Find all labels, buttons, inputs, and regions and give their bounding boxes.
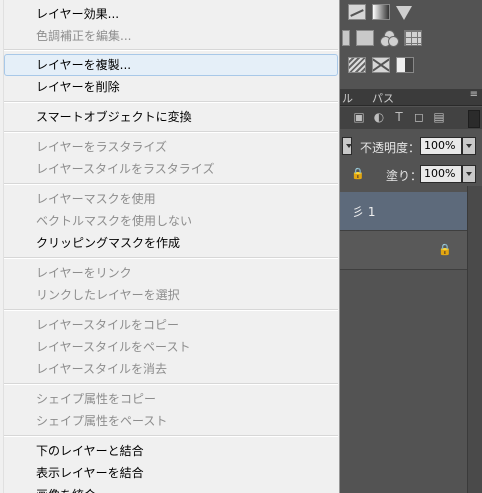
menu-item-layer-effects[interactable]: レイヤー効果... bbox=[4, 3, 338, 25]
pixel-filter-icon[interactable]: ▣ bbox=[352, 110, 366, 124]
gradient-triangle-icon[interactable] bbox=[396, 6, 412, 20]
menu-item-copy-layer-style[interactable]: レイヤースタイルをコピー bbox=[4, 314, 338, 336]
menu-item-disable-vector-mask[interactable]: ベクトルマスクを使用しない bbox=[4, 210, 338, 232]
menu-item-enable-layer-mask[interactable]: レイヤーマスクを使用 bbox=[4, 188, 338, 210]
layer-name: 彡 1 bbox=[352, 205, 376, 219]
menu-item-merge-visible[interactable]: 表示レイヤーを結合 bbox=[4, 462, 338, 484]
selective-color-icon[interactable] bbox=[372, 57, 390, 73]
menu-item-copy-shape-attributes[interactable]: シェイプ属性をコピー bbox=[4, 388, 338, 410]
color-lookup-icon[interactable] bbox=[404, 30, 422, 46]
menu-item-convert-smart-object[interactable]: スマートオブジェクトに変換 bbox=[4, 106, 338, 128]
threshold-icon[interactable] bbox=[396, 57, 414, 73]
color-balance-icon[interactable] bbox=[342, 30, 350, 46]
menu-item-rasterize-layer[interactable]: レイヤーをラスタライズ bbox=[4, 136, 338, 158]
filter-toggle[interactable] bbox=[468, 110, 480, 128]
opacity-field[interactable]: 100% bbox=[420, 137, 462, 155]
posterize-icon[interactable] bbox=[348, 57, 366, 73]
adjustment-filter-icon[interactable]: ◐ bbox=[372, 110, 386, 124]
opacity-label: 不透明度： bbox=[360, 141, 421, 155]
menu-separator bbox=[4, 49, 338, 51]
panel-menu-icon[interactable]: ≡ bbox=[470, 89, 478, 100]
channel-mixer-icon[interactable] bbox=[380, 30, 399, 47]
layer-context-menu: レイヤー効果... 色調補正を編集... レイヤーを複製... レイヤーを削除 … bbox=[0, 0, 340, 493]
layers-scrollbar[interactable] bbox=[467, 186, 482, 493]
menu-separator bbox=[4, 257, 338, 259]
menu-item-duplicate-layer[interactable]: レイヤーを複製... bbox=[4, 54, 338, 76]
selected-layer-row[interactable]: 彡 1 bbox=[340, 192, 467, 231]
layer-filter-row: ▣ ◐ T ◻ ▤ bbox=[340, 107, 482, 129]
adjustments-row-1 bbox=[348, 4, 412, 20]
fill-dropdown[interactable] bbox=[462, 165, 476, 183]
tab-channels[interactable]: ル bbox=[342, 90, 353, 106]
tab-paths[interactable]: パス bbox=[372, 90, 394, 106]
menu-item-paste-shape-attributes[interactable]: シェイプ属性をペースト bbox=[4, 410, 338, 432]
menu-item-paste-layer-style[interactable]: レイヤースタイルをペースト bbox=[4, 336, 338, 358]
adjustments-row-2 bbox=[342, 30, 422, 47]
black-white-icon[interactable] bbox=[356, 30, 374, 46]
fill-field[interactable]: 100% bbox=[420, 165, 462, 183]
menu-item-link-layers[interactable]: レイヤーをリンク bbox=[4, 262, 338, 284]
menu-separator bbox=[4, 383, 338, 385]
menu-item-merge-down[interactable]: 下のレイヤーと結合 bbox=[4, 440, 338, 462]
adjustments-row-3 bbox=[348, 57, 414, 73]
menu-separator bbox=[4, 183, 338, 185]
photoshop-panels: ル パス ≡ ▣ ◐ T ◻ ▤ 不透明度： 100% 🔒 塗り： 100% 彡… bbox=[340, 0, 482, 493]
menu-item-edit-adjustment[interactable]: 色調補正を編集... bbox=[4, 25, 338, 47]
menu-separator bbox=[4, 435, 338, 437]
exposure-icon[interactable] bbox=[372, 4, 390, 20]
curves-icon[interactable] bbox=[348, 4, 366, 20]
menu-separator bbox=[4, 131, 338, 133]
background-layer-row[interactable]: 🔒 bbox=[340, 231, 467, 270]
layer-lock-icon: 🔒 bbox=[438, 243, 452, 256]
menu-separator bbox=[4, 101, 338, 103]
blend-mode-dropdown[interactable] bbox=[342, 137, 352, 155]
menu-item-flatten-image[interactable]: 画像を統合 bbox=[4, 484, 338, 493]
type-filter-icon[interactable]: T bbox=[392, 110, 406, 124]
menu-separator bbox=[4, 309, 338, 311]
opacity-dropdown[interactable] bbox=[462, 137, 476, 155]
menu-item-delete-layer[interactable]: レイヤーを削除 bbox=[4, 76, 338, 98]
lock-all-icon[interactable]: 🔒 bbox=[351, 167, 365, 180]
layers-panel-tabs: ル パス ≡ bbox=[340, 89, 482, 106]
menu-item-clear-layer-style[interactable]: レイヤースタイルを消去 bbox=[4, 358, 338, 380]
menu-item-select-linked-layers[interactable]: リンクしたレイヤーを選択 bbox=[4, 284, 338, 306]
menu-item-create-clipping-mask[interactable]: クリッピングマスクを作成 bbox=[4, 232, 338, 254]
fill-label: 塗り： bbox=[386, 169, 423, 183]
shape-filter-icon[interactable]: ◻ bbox=[412, 110, 426, 124]
smart-object-filter-icon[interactable]: ▤ bbox=[432, 110, 446, 124]
menu-item-rasterize-layer-style[interactable]: レイヤースタイルをラスタライズ bbox=[4, 158, 338, 180]
